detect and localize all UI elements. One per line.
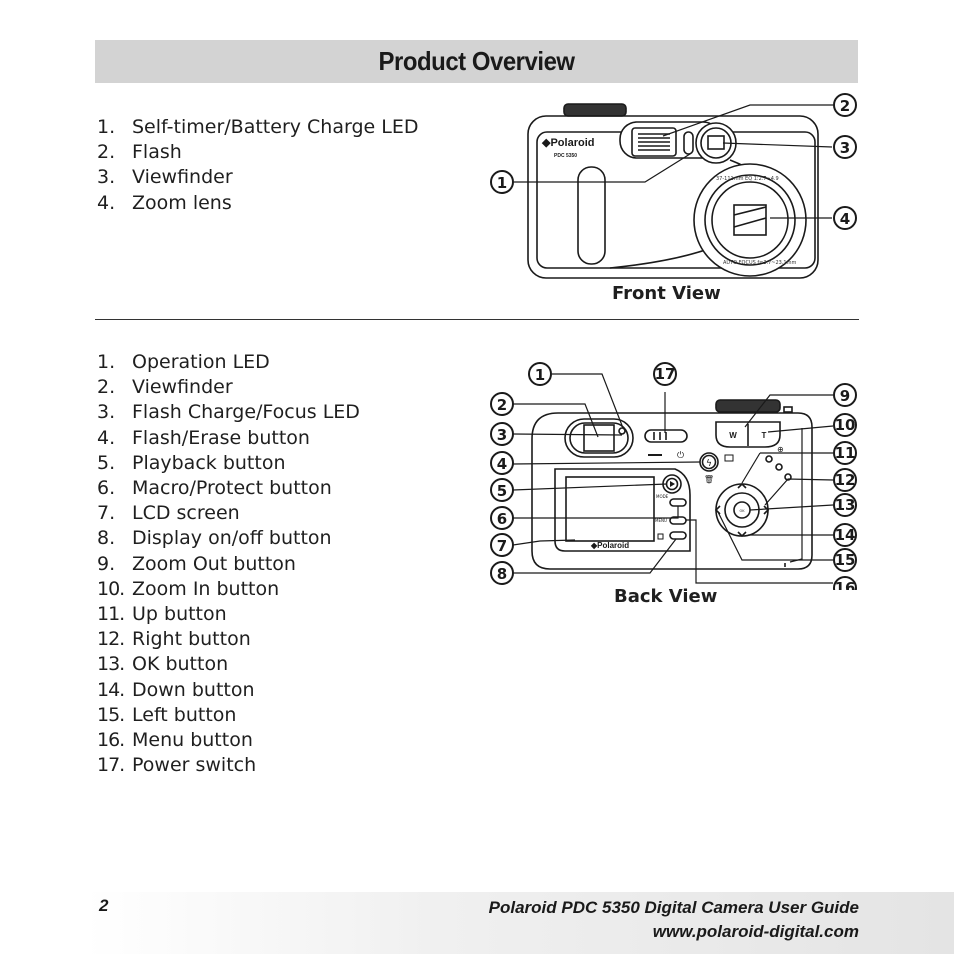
lens-text-bottom: AUTO FOCUS f=3.7~23.1mm [723, 260, 796, 266]
list-item: 4. Flash/Erase button [97, 426, 310, 449]
callout-14: 14 [833, 523, 857, 547]
svg-text:2: 2 [840, 97, 850, 115]
list-item: 10. Zoom In button [97, 577, 280, 600]
list-item: 7. LCD screen [97, 502, 240, 525]
list-item: 12. Right button [97, 628, 251, 651]
brand-logo: ◆Polaroid [590, 541, 629, 550]
list-item: 15. Left button [97, 703, 237, 726]
svg-text:14: 14 [835, 526, 856, 544]
svg-text:7: 7 [497, 537, 507, 555]
list-item: 5. Playback button [97, 451, 286, 474]
display-button [669, 531, 687, 540]
svg-text:5: 5 [497, 482, 507, 500]
front-view-diagram: 37-111mm EQ 1:2.7~4.9 AUTO FOCUS f=3.7~2… [490, 93, 857, 279]
front-view-parts-list: 1. Self-timer/Battery Charge LED 2. Flash … [97, 115, 418, 216]
list-item: 2. Flash [97, 141, 182, 164]
list-item: 4. Zoom lens [97, 191, 232, 214]
macro-protect-button [669, 498, 687, 507]
callout-5: 5 [490, 478, 514, 502]
svg-text:16: 16 [835, 579, 856, 590]
svg-text:12: 12 [835, 471, 856, 489]
callout-16: 16 [833, 576, 857, 590]
svg-text:6: 6 [497, 510, 507, 528]
zoom-in-label: T [762, 431, 767, 440]
svg-text:2: 2 [497, 396, 507, 414]
zoom-dial [715, 399, 781, 413]
svg-text:17: 17 [655, 365, 676, 383]
list-item: 11. Up button [97, 603, 227, 626]
front-view-caption: Front View [612, 283, 721, 304]
viewfinder [707, 135, 725, 150]
list-item: 14. Down button [97, 678, 255, 701]
section-divider [95, 319, 859, 320]
flash-icon: ϟ [706, 459, 712, 469]
callout-3: 3 [833, 135, 857, 159]
callout-1: 1 [490, 170, 514, 194]
title-bar: Product Overview [95, 40, 858, 83]
callout-2: 2 [833, 93, 857, 117]
svg-text:1: 1 [497, 174, 507, 192]
menu-label: MENU [655, 518, 667, 523]
svg-text:15: 15 [835, 551, 856, 569]
list-item: 1. Operation LED [97, 351, 270, 373]
viewfinder [583, 424, 615, 452]
back-view-caption: Back View [614, 586, 718, 607]
list-item: 2. Viewfinder [97, 376, 233, 399]
svg-text:13: 13 [835, 496, 856, 514]
model-label: PDC 5350 [554, 153, 577, 159]
back-view-diagram: ⏻ W T ⊕ ϟ 🗑 ◆Polaroid MODE MENU OK 1 2 3… [490, 362, 857, 590]
footer-title: Polaroid PDC 5350 Digital Camera User Gu… [488, 898, 859, 917]
page-number: 2 [99, 896, 109, 915]
list-item: 3. Flash Charge/Focus LED [97, 401, 360, 424]
svg-text:11: 11 [835, 444, 856, 462]
list-item: 6. Macro/Protect button [97, 477, 332, 500]
callout-10: 10 [833, 413, 857, 437]
mode-dial [563, 103, 627, 117]
callout-6: 6 [490, 506, 514, 530]
lens-text-top: 37-111mm EQ 1:2.7~4.9 [716, 176, 779, 182]
callout-4: 4 [490, 451, 514, 475]
callout-13: 13 [833, 493, 857, 517]
callout-2: 2 [490, 392, 514, 416]
callout-4: 4 [833, 206, 857, 230]
list-item: 8. Display on/off button [97, 527, 332, 550]
callout-1: 1 [528, 362, 552, 386]
svg-text:10: 10 [835, 416, 856, 434]
svg-text:OK: OK [739, 509, 745, 513]
list-item: 17. Power switch [97, 754, 257, 777]
list-item: 1. Self-timer/Battery Charge LED [97, 116, 419, 138]
callout-15: 15 [833, 548, 857, 572]
zoom-out-label: W [729, 431, 737, 440]
callout-3: 3 [490, 422, 514, 446]
self-timer-led [683, 131, 694, 155]
brand-logo: ◆Polaroid [541, 137, 594, 149]
list-item: 16. Menu button [97, 729, 253, 752]
svg-text:4: 4 [497, 455, 507, 473]
list-item: 3. Viewfinder [97, 166, 233, 189]
callout-8: 8 [490, 561, 514, 585]
back-view-parts-list: 1. Operation LED 2. Viewfinder 3. Flash Cha… [97, 350, 360, 778]
callout-12: 12 [833, 468, 857, 492]
callout-17: 17 [653, 362, 677, 386]
footer-url[interactable]: www.polaroid-digital.com [653, 922, 859, 942]
operation-led [618, 427, 626, 435]
callout-11: 11 [833, 441, 857, 465]
mode-label: MODE [656, 494, 669, 499]
svg-text:9: 9 [840, 387, 850, 405]
svg-text:3: 3 [497, 426, 507, 444]
list-item: 9. Zoom Out button [97, 552, 296, 575]
power-icon: ⏻ [677, 450, 684, 461]
callout-7: 7 [490, 533, 514, 557]
page-title: Product Overview [378, 46, 575, 76]
svg-text:8: 8 [497, 565, 507, 583]
trash-icon: 🗑 [704, 475, 714, 484]
list-item: 13. OK button [97, 653, 229, 676]
svg-text:4: 4 [840, 210, 850, 228]
callout-9: 9 [833, 383, 857, 407]
svg-text:3: 3 [840, 139, 850, 157]
svg-text:1: 1 [535, 366, 545, 384]
